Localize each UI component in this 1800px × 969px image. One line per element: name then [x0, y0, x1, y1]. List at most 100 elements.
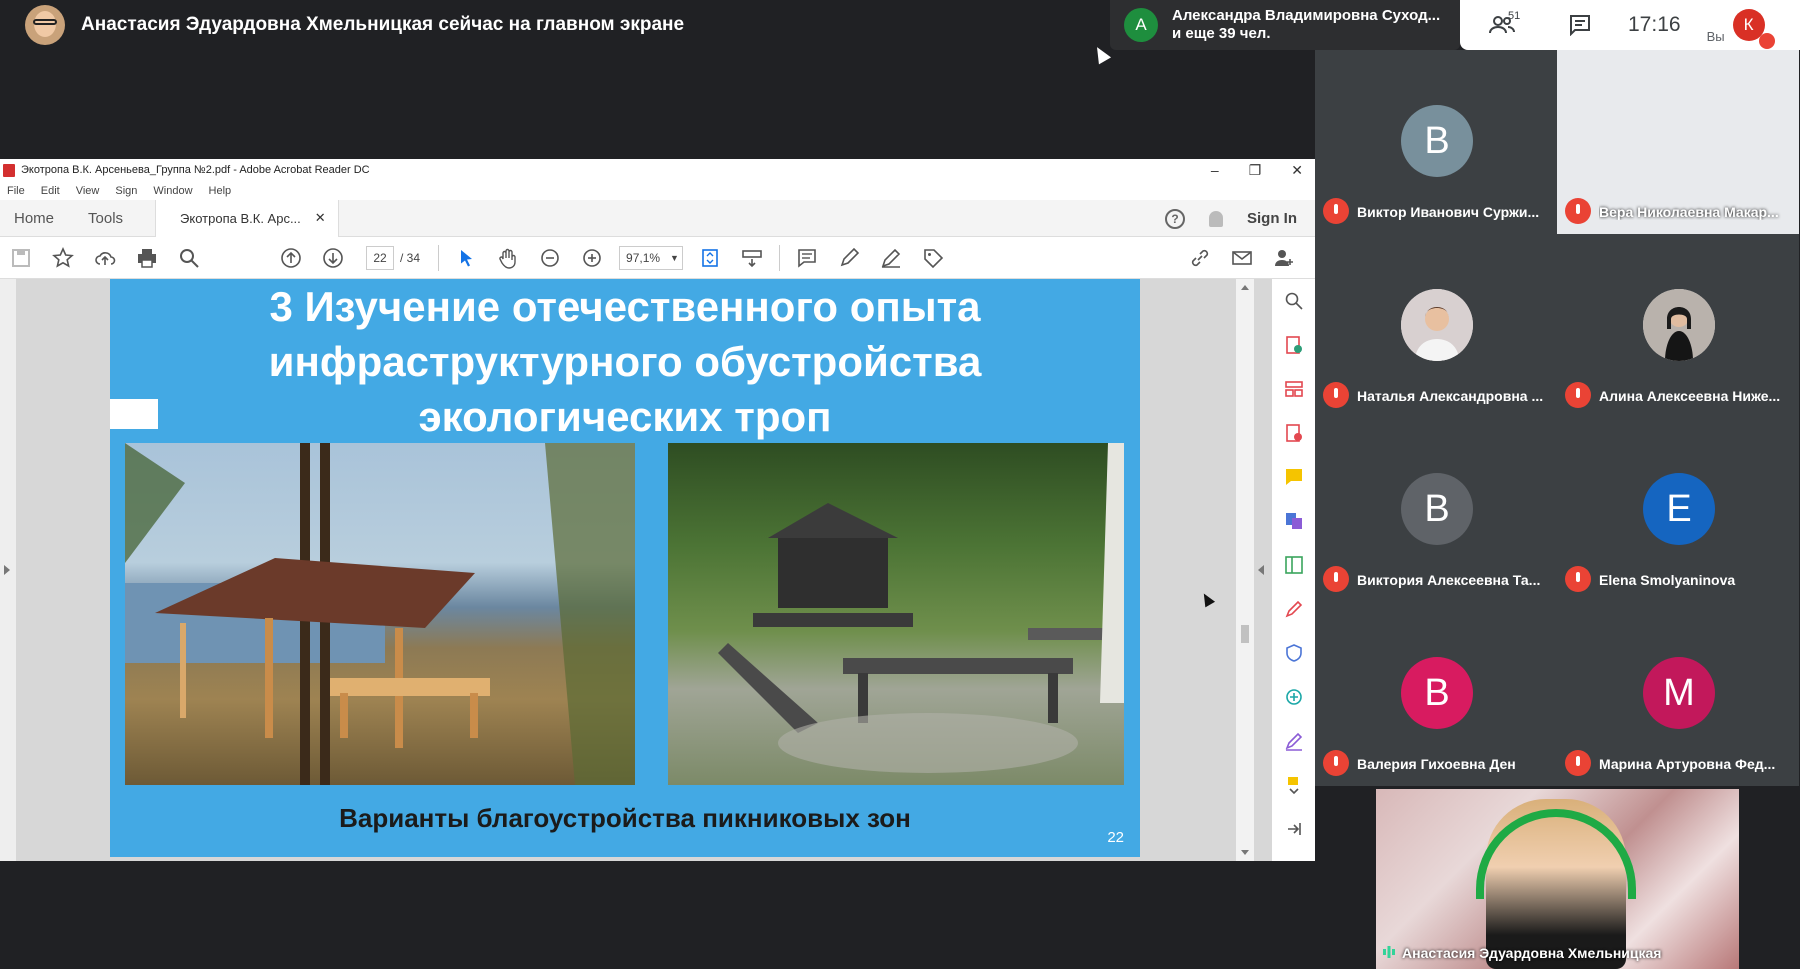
sign-in-link[interactable]: Sign In	[1247, 210, 1297, 227]
tool-edit[interactable]	[1283, 553, 1305, 577]
scroll-up-icon[interactable]	[1241, 285, 1249, 290]
slide-title-line2: инфраструктурного обустройства	[268, 338, 982, 385]
minimize-icon[interactable]: –	[1211, 162, 1219, 178]
participant-tile[interactable]: Наталья Александровна ...	[1315, 234, 1557, 418]
fit-page-button[interactable]	[689, 237, 731, 279]
people-button[interactable]: 51	[1474, 0, 1530, 50]
participant-tile[interactable]: Вера Николаевна Макар...	[1557, 50, 1799, 234]
zoom-out-button[interactable]	[529, 237, 571, 279]
comment-button[interactable]	[786, 237, 828, 279]
left-panel-toggle[interactable]	[0, 279, 16, 861]
shield-icon	[1285, 644, 1302, 662]
chat-button[interactable]	[1552, 0, 1608, 50]
meet-controls: 51 17:16 Вы К	[1460, 0, 1800, 50]
menu-sign[interactable]: Sign	[115, 185, 137, 197]
tool-search[interactable]	[1283, 289, 1305, 313]
mic-off-icon	[1323, 750, 1349, 776]
acrobat-titlebar: Экотропа В.К. Арсеньева_Группа №2.pdf - …	[0, 159, 1315, 181]
tool-export-pdf[interactable]	[1283, 333, 1305, 357]
tool-fill-sign[interactable]	[1283, 597, 1305, 621]
presenter-camera-tile[interactable]: Анастасия Эдуардовна Хмельницкая	[1376, 789, 1739, 969]
sign-button[interactable]	[870, 237, 912, 279]
white-marker	[110, 399, 158, 429]
scroll-thumb[interactable]	[1241, 625, 1249, 643]
mic-off-icon	[1565, 382, 1591, 408]
collapse-tools-icon[interactable]	[1258, 565, 1264, 575]
tool-organize[interactable]	[1283, 377, 1305, 401]
tool-create-pdf[interactable]	[1283, 421, 1305, 445]
tool-more[interactable]	[1283, 773, 1305, 797]
arrow-up-circle-icon	[281, 247, 301, 268]
pen-icon	[840, 247, 860, 266]
participant-tile[interactable]: E Elena Smolyaninova	[1557, 418, 1799, 602]
next-page-button[interactable]	[312, 237, 354, 279]
join-notification[interactable]: А Александра Владимировна Суход... и еще…	[1110, 0, 1460, 50]
tool-comment[interactable]	[1283, 465, 1305, 489]
zoom-select[interactable]: 97,1% ▼	[619, 245, 684, 270]
menu-edit[interactable]: Edit	[41, 185, 60, 197]
tab-close-icon[interactable]: ✕	[315, 210, 326, 226]
bell-icon[interactable]	[1209, 210, 1223, 227]
share-link-button[interactable]	[1179, 237, 1221, 279]
tool-combine[interactable]	[1283, 509, 1305, 533]
tab-document-label: Экотропа В.К. Арс...	[180, 210, 301, 226]
help-icon[interactable]: ?	[1165, 208, 1185, 229]
keyboard-icon	[742, 249, 762, 267]
search-icon	[180, 248, 199, 268]
page-navigator: 22 / 34	[366, 245, 420, 270]
select-tool[interactable]	[445, 237, 487, 279]
prev-page-button[interactable]	[270, 237, 312, 279]
mail-icon	[1232, 251, 1252, 265]
search-button[interactable]	[168, 237, 210, 279]
hand-icon	[499, 248, 516, 269]
presenter-avatar	[25, 5, 65, 45]
shared-screen: Экотропа В.К. Арсеньева_Группа №2.pdf - …	[0, 159, 1315, 861]
tool-sign[interactable]	[1283, 729, 1305, 753]
tab-home[interactable]: Home	[14, 210, 54, 227]
vertical-scrollbar[interactable]	[1236, 279, 1254, 861]
participant-tile[interactable]: В Виктория Алексеевна Та...	[1315, 418, 1557, 602]
participant-tile[interactable]: В Виктор Иванович Суржи...	[1315, 50, 1557, 234]
close-icon[interactable]: ✕	[1291, 162, 1303, 179]
participant-tile[interactable]: В Валерия Гихоевна Ден	[1315, 602, 1557, 786]
menu-help[interactable]: Help	[209, 185, 232, 197]
speaking-indicator-icon	[1383, 946, 1395, 958]
page-input[interactable]: 22	[366, 245, 394, 270]
tab-document[interactable]: Экотропа В.К. Арс... ✕	[155, 199, 339, 237]
self-mic-off-icon	[1758, 33, 1775, 49]
add-user-button[interactable]	[1263, 237, 1305, 279]
scroll-down-icon[interactable]	[1241, 850, 1249, 855]
stamp-button[interactable]	[912, 237, 954, 279]
print-button[interactable]	[126, 237, 168, 279]
participant-name: Валерия Гихоевна Ден	[1357, 756, 1516, 772]
menu-view[interactable]: View	[76, 185, 100, 197]
tab-tools[interactable]: Tools	[88, 210, 123, 227]
participant-tile[interactable]: Алина Алексеевна Ниже...	[1557, 234, 1799, 418]
bookmark-button[interactable]	[42, 237, 84, 279]
self-initial: К	[1743, 15, 1754, 34]
self-avatar[interactable]: К	[1732, 9, 1775, 49]
save-button[interactable]	[0, 237, 42, 279]
tool-optimize[interactable]	[1283, 685, 1305, 709]
menu-file[interactable]: File	[7, 185, 25, 197]
tool-collapse[interactable]	[1283, 817, 1305, 841]
joiner-text: Александра Владимировна Суход... и еще 3…	[1172, 7, 1440, 43]
participant-tile[interactable]: М Марина Артуровна Фед...	[1557, 602, 1799, 786]
zoom-in-button[interactable]	[571, 237, 613, 279]
hand-tool[interactable]	[487, 237, 529, 279]
tool-protect[interactable]	[1283, 641, 1305, 665]
clock: 17:16	[1628, 13, 1681, 36]
participant-avatar: В	[1401, 657, 1473, 729]
mic-off-icon	[1565, 566, 1591, 592]
highlight-button[interactable]	[828, 237, 870, 279]
upload-button[interactable]	[84, 237, 126, 279]
scroll-mode-button[interactable]	[731, 237, 773, 279]
photo-gazebo-by-lake	[125, 443, 635, 785]
print-icon	[138, 248, 156, 268]
email-button[interactable]	[1221, 237, 1263, 279]
presenter-name-label: Анастасия Эдуардовна Хмельницкая	[1402, 945, 1662, 961]
menu-window[interactable]: Window	[153, 185, 192, 197]
restore-icon[interactable]: ❐	[1249, 162, 1262, 179]
slide-title-line1: 3 Изучение отечественного опыта	[269, 283, 981, 330]
chevron-right-icon	[4, 565, 10, 575]
